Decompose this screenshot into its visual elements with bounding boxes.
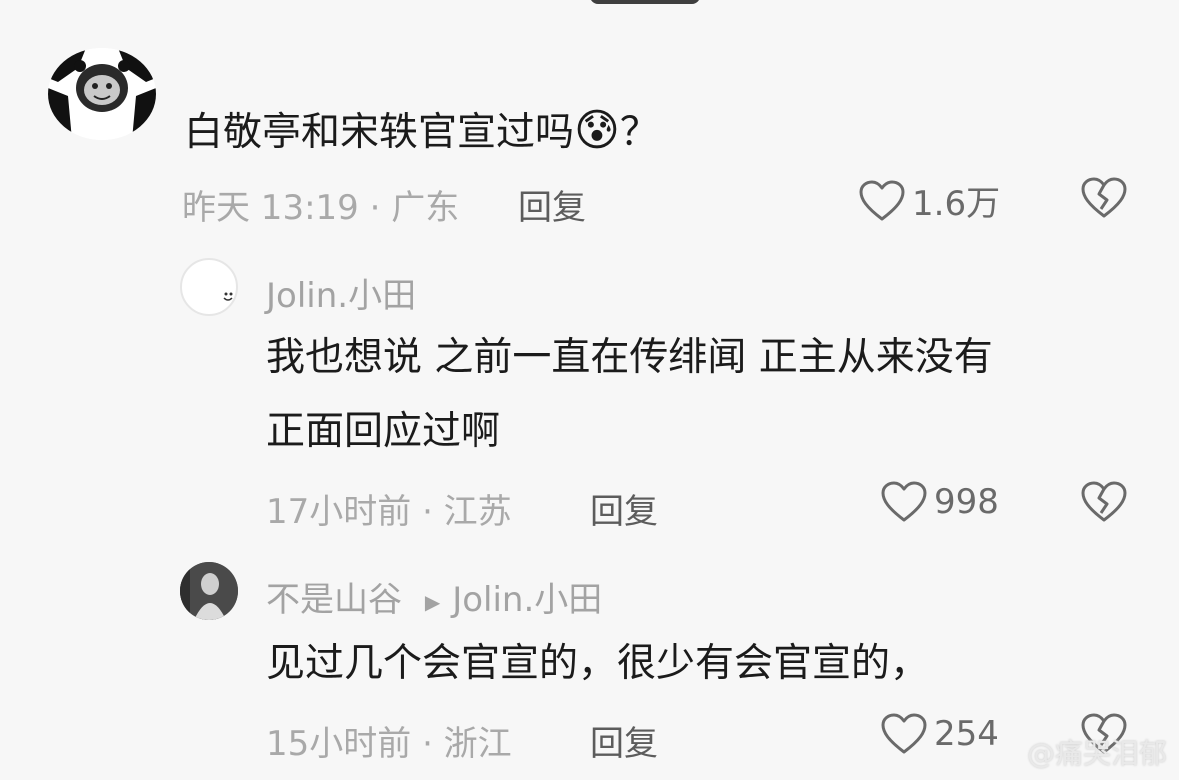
reply1-like-group[interactable]: 998 bbox=[880, 480, 999, 524]
heart-outline-icon[interactable] bbox=[858, 179, 906, 223]
avatar-reply2[interactable] bbox=[180, 562, 238, 620]
main-comment-text: 白敬亭和宋轶官宣过吗😰？ bbox=[184, 105, 659, 157]
broken-heart-icon[interactable] bbox=[1080, 480, 1128, 524]
reply2-time-location: 15小时前 · 浙江 bbox=[266, 724, 512, 764]
reply1-reply-button[interactable]: 回复 bbox=[590, 484, 658, 533]
reply2-username[interactable]: 不是山谷 bbox=[266, 580, 402, 620]
avatar-reply1[interactable] bbox=[180, 258, 238, 316]
main-comment-time-location: 昨天 13:19 · 广东 bbox=[182, 188, 460, 228]
reply1-body-line1: 我也想说 之前一直在传绯闻 正主从来没有 bbox=[266, 335, 993, 380]
reply2-reply-button[interactable]: 回复 bbox=[590, 716, 658, 765]
reply2-body: 见过几个会官宣的，很少有会官宣的， bbox=[266, 641, 930, 686]
main-reply-button[interactable]: 回复 bbox=[518, 180, 586, 229]
comment-thread: 那又如何 白敬亭和宋轶官宣过吗😰？ 昨天 13:19 · 广东 回复 1.6万 … bbox=[0, 0, 1179, 780]
reply1-username[interactable]: Jolin.小田 bbox=[266, 268, 416, 317]
reply1-like-count: 998 bbox=[934, 482, 999, 522]
reply2-like-group[interactable]: 254 bbox=[880, 712, 999, 756]
main-like-group[interactable]: 1.6万 bbox=[858, 176, 1000, 225]
reply2-header: 不是山谷 ▶ Jolin.小田 bbox=[266, 572, 602, 621]
reply-to-arrow-icon: ▶ bbox=[424, 589, 441, 614]
photo-avatar-image bbox=[180, 562, 238, 620]
reply2-reply-to-username[interactable]: Jolin.小田 bbox=[452, 580, 602, 620]
heart-outline-icon[interactable] bbox=[880, 712, 928, 756]
reply2-like-count: 254 bbox=[934, 714, 999, 754]
watermark: @痛哭泪郁 bbox=[1026, 737, 1167, 770]
reply1-time-location: 17小时前 · 江苏 bbox=[266, 492, 512, 532]
broken-heart-icon[interactable] bbox=[1080, 176, 1128, 220]
main-comment-question-mark: ？ bbox=[619, 110, 659, 155]
top-cropped-element bbox=[590, 0, 700, 4]
heart-outline-icon[interactable] bbox=[880, 480, 928, 524]
avatar-caption: 那又如何 bbox=[74, 122, 127, 137]
anxious-face-emoji-icon: 😰 bbox=[574, 105, 620, 156]
main-like-count: 1.6万 bbox=[912, 184, 1001, 224]
smile-face-avatar-icon bbox=[223, 292, 233, 301]
avatar-main[interactable]: 那又如何 bbox=[48, 48, 156, 140]
main-comment-body: 白敬亭和宋轶官宣过吗 bbox=[184, 110, 575, 155]
reply1-body-line2: 正面回应过啊 bbox=[266, 409, 501, 454]
